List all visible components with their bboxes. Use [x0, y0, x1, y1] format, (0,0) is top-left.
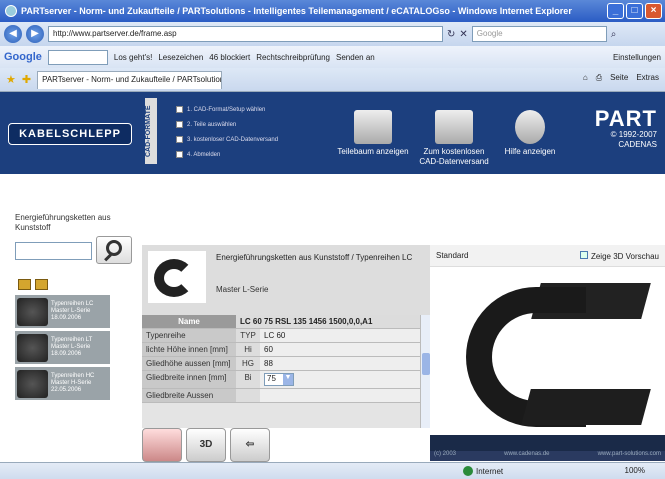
cad-formats-tab[interactable]: CAD-FORMATE	[145, 98, 157, 164]
refresh-icon[interactable]: ↻	[447, 29, 455, 40]
step-checkbox-icon	[176, 106, 183, 113]
window-titlebar: PARTserver - Norm- und Zukaufteile / PAR…	[0, 0, 665, 22]
zoom-level[interactable]: 100%	[625, 466, 645, 475]
internet-zone-icon	[463, 466, 473, 476]
results-list: Typenreihen LC Master L-Serie 18.09.2006 T…	[15, 295, 110, 403]
chain-thumbnail-icon	[17, 333, 48, 362]
chevron-down-icon: ▼	[283, 374, 293, 385]
forward-button[interactable]: ▶	[26, 25, 44, 43]
checkbox-icon	[579, 250, 588, 259]
search-button[interactable]	[96, 236, 132, 264]
parts-tree-icon	[354, 110, 392, 144]
folder-open-icon[interactable]	[35, 279, 48, 290]
home-icon[interactable]: ⌂	[583, 73, 588, 83]
status-bar: Internet 100%	[0, 462, 665, 479]
part-search-input[interactable]	[15, 242, 92, 260]
chain-config-button[interactable]	[142, 428, 182, 462]
viewer-status: (c) 2003 www.cadenas.de www.part-solutio…	[430, 451, 665, 461]
popup-blocked-button[interactable]: 46 blockiert	[209, 53, 250, 62]
minimize-button[interactable]: _	[607, 3, 624, 19]
back-button[interactable]: ◀	[4, 25, 22, 43]
step-checkbox-icon	[176, 136, 183, 143]
help-button[interactable]: Hilfe anzeigen	[500, 110, 560, 157]
table-row: lichte Höhe innen [mm] Hi 60	[142, 343, 420, 357]
tab-partserver[interactable]: PARTserver - Norm- und Zukaufteile / PAR…	[37, 70, 223, 89]
partsolutions-logo: PART © 1992-2007 CADENAS	[594, 106, 657, 150]
spellcheck-button[interactable]: Rechtschreibprüfung	[256, 53, 330, 62]
product-image	[148, 251, 206, 303]
search-input[interactable]: Google	[471, 26, 607, 42]
step-item[interactable]: 4. Abmelden	[176, 147, 278, 162]
show-tree-button[interactable]: Teilebaum anzeigen	[333, 110, 413, 157]
url-input[interactable]: http://www.partserver.de/frame.asp	[48, 26, 443, 42]
maximize-button[interactable]: □	[626, 3, 643, 19]
product-subtitle: Master L-Serie	[216, 285, 269, 294]
ie-logo-icon	[5, 5, 17, 17]
folder-up-icon[interactable]	[18, 279, 31, 290]
show-3d-preview-checkbox[interactable]: Zeige 3D Vorschau	[579, 250, 659, 261]
step-item[interactable]: 2. Teile auswählen	[176, 117, 278, 132]
table-row: Gliedhöhe aussen [mm] HG 88	[142, 357, 420, 371]
site-header: KABELSCHLEPP CAD-FORMATE 1. CAD-Format/S…	[0, 92, 665, 174]
3d-viewer: Standard Zeige 3D Vorschau	[430, 245, 665, 455]
viewer-toolbar[interactable]	[430, 435, 665, 451]
step-item[interactable]: 3. kostenloser CAD-Datenversand	[176, 132, 278, 147]
lightbulb-icon	[515, 110, 545, 144]
google-toolbar: Google Los geht's! Lesezeichen 46 blocki…	[0, 46, 665, 68]
product-title: Energieführungsketten aus Kunststoff / T…	[216, 253, 413, 262]
step-checkbox-icon	[176, 121, 183, 128]
detail-panel: Energieführungsketten aus Kunststoff / T…	[142, 245, 430, 428]
properties-table: Name LC 60 75 RSL 135 1456 1500,0,0,A1 T…	[142, 315, 420, 403]
search-icon[interactable]: ⌕	[611, 29, 617, 40]
address-bar: ◀ ▶ http://www.partserver.de/frame.asp ↻…	[0, 22, 665, 46]
cad-download-button[interactable]: Zum kostenlosen CAD-Datenversand	[415, 110, 493, 167]
google-search-input[interactable]	[47, 49, 108, 65]
settings-button[interactable]: Einstellungen	[613, 53, 661, 62]
zone-label: Internet	[476, 466, 504, 476]
table-row: Gliedbreite innen [mm] Bi 75 ▼	[142, 371, 420, 389]
folder-toolbar	[18, 279, 48, 290]
step-checkbox-icon	[176, 151, 183, 158]
table-scrollbar[interactable]	[420, 315, 430, 428]
favorites-star-icon[interactable]: ★	[6, 73, 16, 86]
action-buttons: 3D ⇦	[142, 428, 270, 462]
category-label: Energieführungsketten aus Kunststoff	[15, 213, 111, 232]
cad-send-icon	[435, 110, 473, 144]
google-logo: Google	[4, 51, 42, 63]
bookmarks-button[interactable]: Lesezeichen	[158, 53, 203, 62]
table-row: Gliedbreite Aussen	[142, 389, 420, 403]
tools-menu[interactable]: Extras	[636, 73, 659, 83]
3d-view-button[interactable]: 3D	[186, 428, 226, 462]
window-title: PARTserver - Norm- und Zukaufteile / PAR…	[21, 6, 572, 16]
stop-icon[interactable]: ✕	[459, 29, 467, 40]
chain-3d-model[interactable]	[446, 277, 656, 427]
step-item[interactable]: 1. CAD-Format/Setup wählen	[176, 102, 278, 117]
list-item[interactable]: Typenreihen LC Master L-Serie 18.09.2006	[15, 295, 110, 328]
close-button[interactable]: ×	[645, 3, 662, 19]
page-content: KABELSCHLEPP CAD-FORMATE 1. CAD-Format/S…	[0, 92, 665, 462]
table-header: Name LC 60 75 RSL 135 1456 1500,0,0,A1	[142, 315, 420, 329]
chain-thumbnail-icon	[17, 297, 48, 326]
list-item[interactable]: Typenreihen LT Master L-Serie 18.09.2006	[15, 331, 110, 364]
print-icon[interactable]: ⎙	[596, 73, 602, 83]
kabelschlepp-logo[interactable]: KABELSCHLEPP	[8, 123, 132, 145]
view-mode-label: Standard	[436, 251, 469, 260]
add-favorite-icon[interactable]: ✚	[22, 73, 31, 86]
send-to-button[interactable]: Senden an	[336, 53, 375, 62]
table-row: Typenreihe TYP LC 60	[142, 329, 420, 343]
page-menu[interactable]: Seite	[610, 73, 628, 83]
list-item[interactable]: Typenreihen HC Master H-Serie 22.05.2006	[15, 367, 110, 400]
width-select[interactable]: 75 ▼	[264, 373, 294, 386]
wizard-steps: 1. CAD-Format/Setup wählen 2. Teile ausw…	[176, 102, 278, 162]
google-go-button[interactable]: Los geht's!	[114, 53, 152, 62]
back-arrow-button[interactable]: ⇦	[230, 428, 270, 462]
tab-bar: ★ ✚ PARTserver - Norm- und Zukaufteile /…	[0, 68, 665, 92]
chain-thumbnail-icon	[17, 369, 48, 398]
